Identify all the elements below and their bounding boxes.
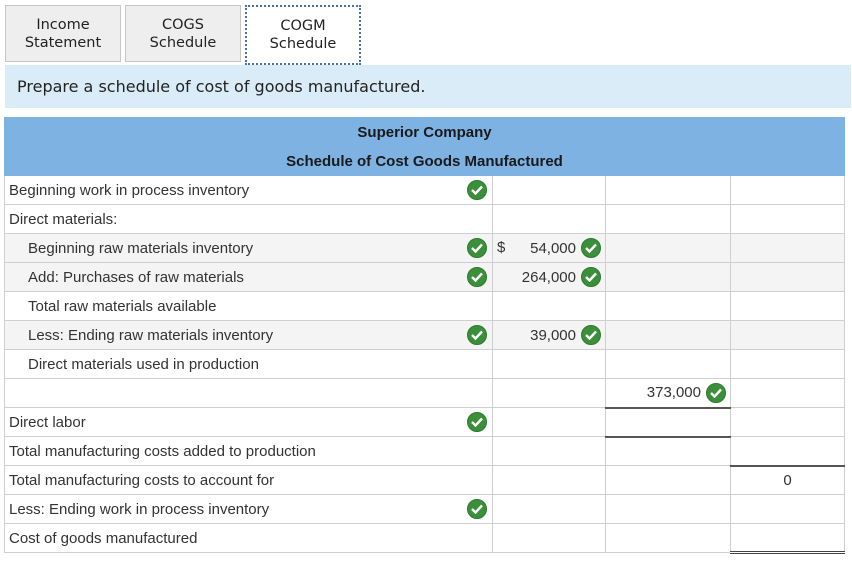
table-row: Total manufacturing costs added to produ… bbox=[4, 436, 845, 467]
check-circle-icon bbox=[467, 267, 487, 287]
table-row: Total manufacturing costs to account for… bbox=[4, 465, 845, 495]
amount-value: 373,000 bbox=[646, 384, 701, 402]
check-circle-icon bbox=[706, 382, 726, 403]
tab-label-line1: COGM bbox=[280, 18, 326, 34]
check-circle-icon bbox=[581, 267, 601, 287]
row-label-beginning-wip[interactable]: Beginning work in process inventory bbox=[4, 175, 493, 205]
check-circle-icon bbox=[581, 238, 601, 258]
dollar-sign: $ bbox=[497, 239, 506, 256]
row-label-ending-raw[interactable]: Less: Ending raw materials inventory bbox=[4, 320, 493, 350]
amount-value: 54,000 bbox=[530, 239, 576, 257]
amount-input[interactable]: $54,000 bbox=[492, 233, 606, 263]
cogm-schedule-table: Superior Company Schedule of Cost Goods … bbox=[4, 117, 845, 554]
row-label-ending-wip[interactable]: Less: Ending work in process inventory bbox=[4, 494, 493, 524]
row-label-beginning-raw[interactable]: Beginning raw materials inventory bbox=[4, 233, 493, 263]
table-row: Less: Ending work in process inventory bbox=[4, 494, 845, 524]
tab-label-line2: Statement bbox=[24, 34, 102, 51]
amount-input[interactable] bbox=[730, 523, 845, 554]
instruction-banner: Prepare a schedule of cost of goods manu… bbox=[5, 65, 851, 108]
row-label-cogm: Cost of goods manufactured bbox=[4, 523, 493, 553]
tab-label-line1: Income bbox=[36, 16, 90, 33]
amount-input[interactable] bbox=[605, 175, 731, 205]
check-circle-icon bbox=[467, 325, 487, 345]
check-circle-icon bbox=[581, 325, 601, 345]
row-label-total-raw: Total raw materials available bbox=[4, 291, 493, 321]
amount-input[interactable] bbox=[730, 494, 845, 524]
amount-value: 264,000 bbox=[521, 268, 576, 286]
table-row: 373,000 bbox=[4, 378, 845, 409]
tab-cogm-schedule[interactable]: COGM Schedule bbox=[245, 5, 361, 65]
tab-label-line1: COGS bbox=[162, 16, 204, 33]
table-row: Less: Ending raw materials inventory 39,… bbox=[4, 320, 845, 350]
check-circle-icon bbox=[467, 499, 487, 519]
table-row: Total raw materials available bbox=[4, 291, 845, 321]
tab-label-line2: Schedule bbox=[269, 36, 337, 52]
table-row: Cost of goods manufactured bbox=[4, 523, 845, 554]
row-label-purchases[interactable]: Add: Purchases of raw materials bbox=[4, 262, 493, 292]
tab-bar: Income Statement COGS Schedule COGM Schedul… bbox=[5, 5, 365, 65]
label-input[interactable] bbox=[4, 378, 493, 408]
row-label-total-added: Total manufacturing costs added to produ… bbox=[4, 436, 493, 466]
amount-value: 39,000 bbox=[530, 326, 576, 344]
table-row: Direct materials: bbox=[4, 204, 845, 234]
table-row: Beginning raw materials inventory $54,00… bbox=[4, 233, 845, 263]
instruction-text: Prepare a schedule of cost of goods manu… bbox=[17, 77, 426, 96]
row-label-total-account: Total manufacturing costs to account for bbox=[4, 465, 493, 495]
amount-value: 0 bbox=[783, 471, 792, 489]
row-label-dm-used: Direct materials used in production bbox=[4, 349, 493, 379]
tab-cogs-schedule[interactable]: COGS Schedule bbox=[125, 5, 241, 62]
table-row: Direct materials used in production bbox=[4, 349, 845, 379]
amount-input[interactable]: 264,000 bbox=[492, 262, 606, 292]
check-circle-icon bbox=[467, 238, 487, 258]
amount-input[interactable] bbox=[730, 175, 845, 205]
company-name: Superior Company bbox=[4, 117, 845, 147]
table-row: Beginning work in process inventory bbox=[4, 175, 845, 205]
schedule-title: Schedule of Cost Goods Manufactured bbox=[4, 146, 845, 176]
amount-input[interactable] bbox=[605, 407, 731, 438]
row-label-direct-labor[interactable]: Direct labor bbox=[4, 407, 493, 437]
amount-input[interactable]: 39,000 bbox=[492, 320, 606, 350]
row-label-direct-materials: Direct materials: bbox=[4, 204, 493, 234]
amount-input[interactable] bbox=[730, 436, 845, 467]
amount-input[interactable]: 0 bbox=[730, 465, 845, 495]
tab-income-statement[interactable]: Income Statement bbox=[5, 5, 121, 62]
check-circle-icon bbox=[467, 180, 487, 200]
amount-input[interactable]: 373,000 bbox=[605, 378, 731, 409]
tab-label-line2: Schedule bbox=[149, 34, 217, 51]
table-row: Direct labor bbox=[4, 407, 845, 438]
amount-input[interactable] bbox=[492, 175, 606, 205]
check-circle-icon bbox=[467, 412, 487, 432]
table-row: Add: Purchases of raw materials 264,000 bbox=[4, 262, 845, 292]
